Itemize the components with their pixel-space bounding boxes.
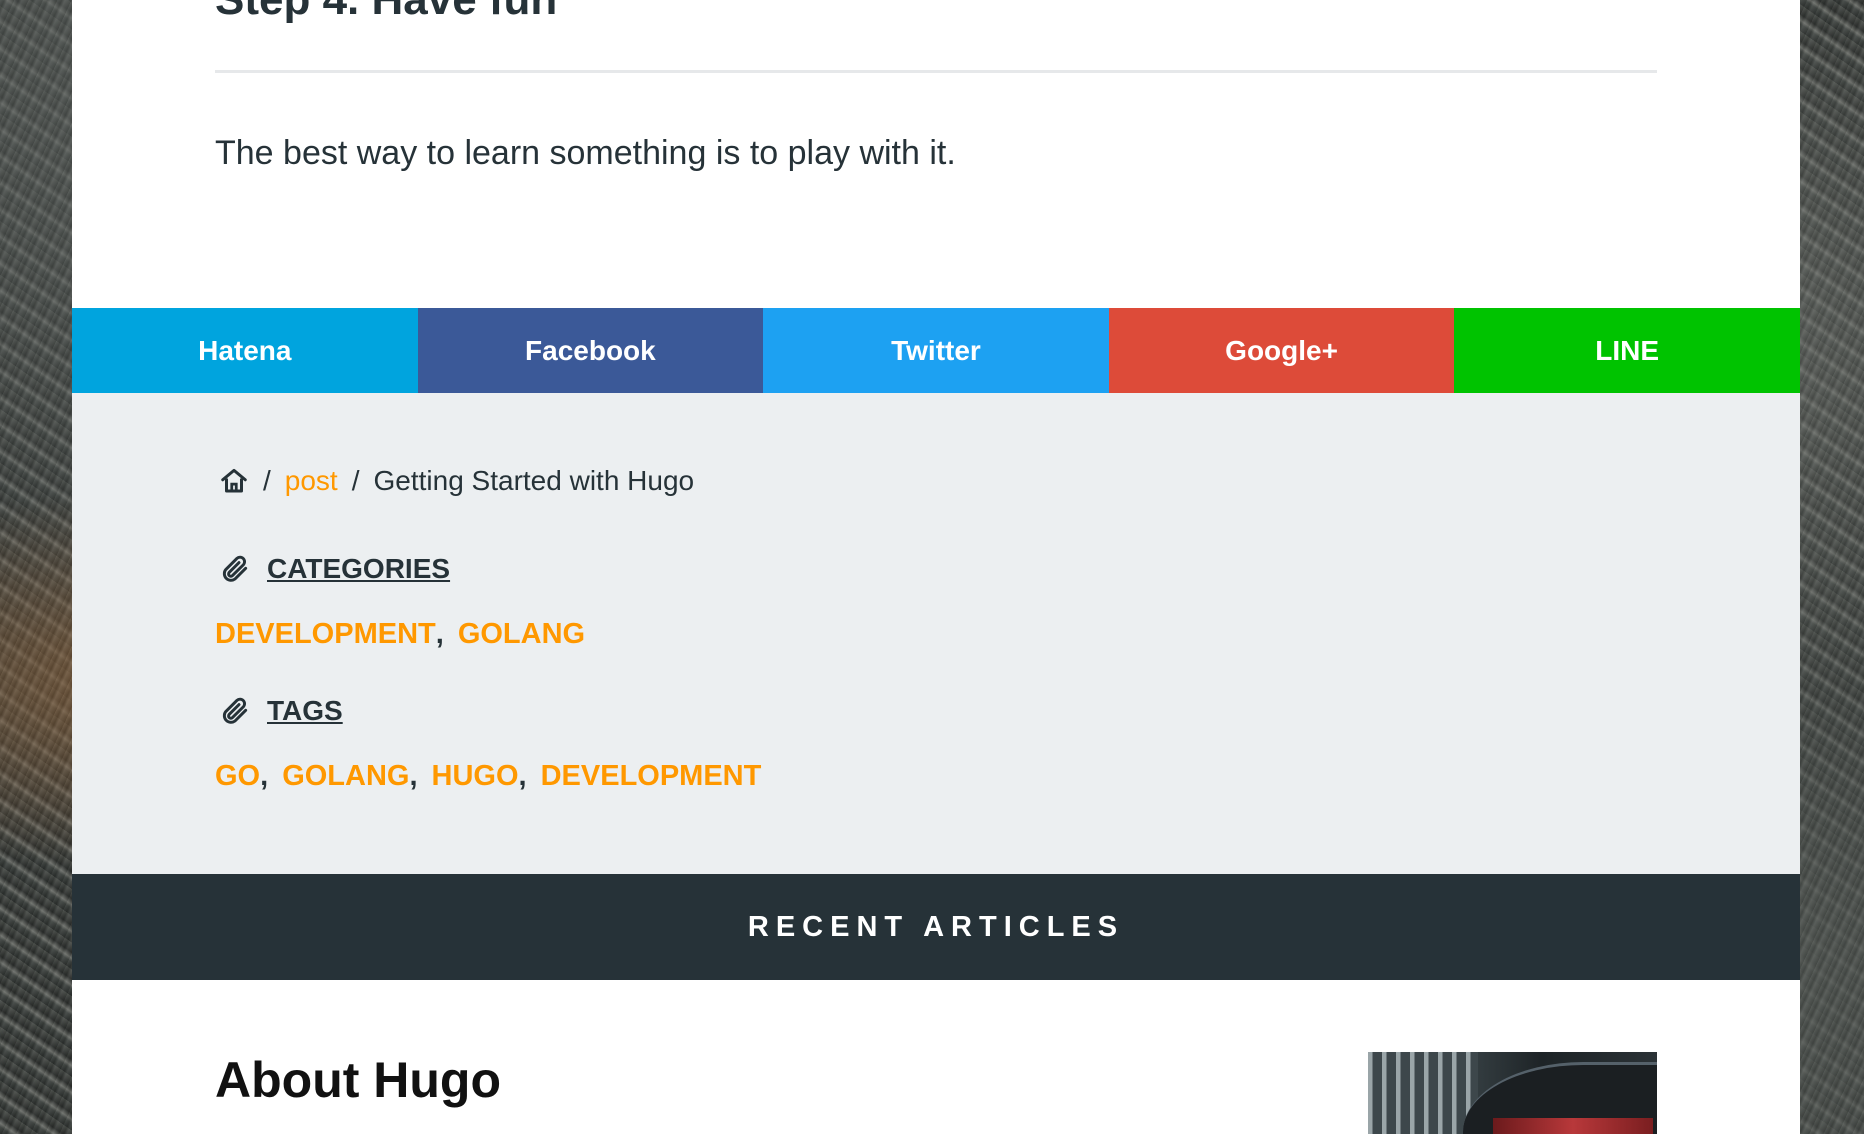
share-hatena-button[interactable]: Hatena bbox=[72, 308, 418, 393]
post-meta-section: / post / Getting Started with Hugo CATEG… bbox=[72, 393, 1800, 874]
breadcrumb-separator: / bbox=[351, 465, 360, 496]
category-golang-link[interactable]: GOLANG bbox=[458, 618, 585, 651]
share-line-button[interactable]: LINE bbox=[1454, 308, 1800, 393]
article-paragraph: The best way to learn something is to pl… bbox=[215, 134, 956, 172]
categories-heading: CATEGORIES bbox=[215, 553, 450, 585]
tags-heading: TAGS bbox=[215, 695, 343, 727]
share-hatena-label: Hatena bbox=[198, 334, 292, 366]
category-development-link[interactable]: DEVELOPMENT bbox=[215, 618, 436, 651]
tags-list: GO, GOLANG, HUGO, DEVELOPMENT bbox=[215, 760, 762, 793]
share-twitter-button[interactable]: Twitter bbox=[763, 308, 1109, 393]
recent-articles-title: RECENT ARTICLES bbox=[747, 910, 1125, 943]
tag-golang-link[interactable]: GOLANG bbox=[282, 760, 409, 793]
step-heading: Step 4. Have fun bbox=[215, 0, 557, 22]
main-container: Step 4. Have fun The best way to learn s… bbox=[72, 0, 1800, 1134]
paperclip-icon bbox=[219, 553, 251, 585]
share-line-label: LINE bbox=[1595, 334, 1660, 366]
share-facebook-button[interactable]: Facebook bbox=[417, 308, 764, 393]
tags-label[interactable]: TAGS bbox=[267, 695, 343, 727]
breadcrumb-separator: / bbox=[263, 465, 271, 496]
heading-divider bbox=[215, 70, 1657, 73]
share-bar: Hatena Facebook Twitter Google+ LINE bbox=[72, 308, 1800, 393]
share-googleplus-label: Google+ bbox=[1225, 334, 1338, 366]
categories-label[interactable]: CATEGORIES bbox=[267, 553, 450, 585]
share-googleplus-button[interactable]: Google+ bbox=[1108, 308, 1455, 393]
tag-go-link[interactable]: GO bbox=[215, 760, 260, 793]
categories-list: DEVELOPMENT, GOLANG bbox=[215, 618, 586, 651]
tag-development-link[interactable]: DEVELOPMENT bbox=[541, 760, 762, 793]
breadcrumb-post-link[interactable]: post bbox=[285, 465, 338, 497]
recent-article-title[interactable]: About Hugo bbox=[215, 1050, 501, 1110]
home-icon[interactable] bbox=[219, 466, 249, 496]
breadcrumb: / post / Getting Started with Hugo bbox=[215, 465, 694, 497]
share-facebook-label: Facebook bbox=[525, 334, 656, 366]
tag-hugo-link[interactable]: HUGO bbox=[432, 760, 519, 793]
recent-articles-header: RECENT ARTICLES bbox=[72, 874, 1800, 980]
paperclip-icon bbox=[219, 695, 251, 727]
recent-article-thumbnail[interactable] bbox=[1368, 1052, 1657, 1134]
breadcrumb-current: Getting Started with Hugo bbox=[373, 465, 695, 496]
share-twitter-label: Twitter bbox=[891, 334, 981, 366]
